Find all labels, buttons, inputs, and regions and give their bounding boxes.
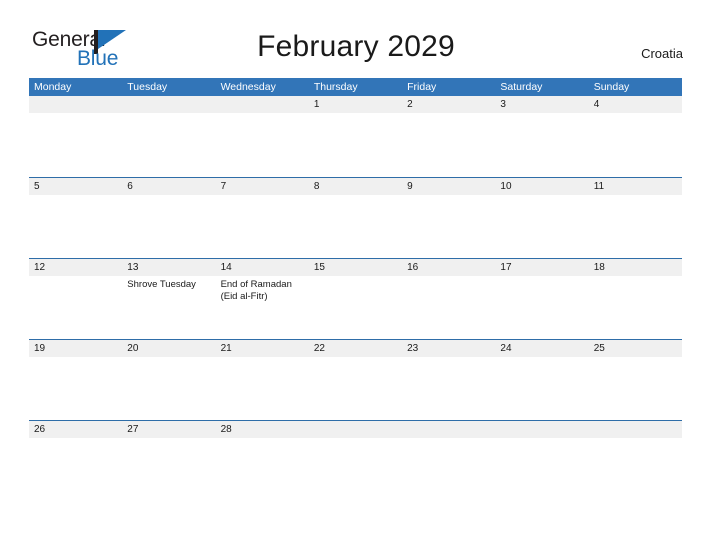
day-cell-11[interactable]: 11 [589,178,682,258]
day-number [594,421,682,438]
page-title: February 2029 [257,30,455,63]
day-number [500,421,588,438]
day-cell-empty [216,96,309,177]
country-label: Croatia [641,46,683,61]
day-cell-20[interactable]: 20 [122,340,215,420]
calendar-grid: Monday Tuesday Wednesday Thursday Friday Satu… [29,78,682,501]
day-cell-6[interactable]: 6 [122,178,215,258]
day-number [314,421,402,438]
week-cells: 1 2 3 4 [29,96,682,177]
weekday-header-tuesday: Tuesday [127,81,168,93]
day-number: 18 [593,262,605,273]
day-cell-12[interactable]: 12 [29,259,122,339]
calendar-week-row: 19 20 21 22 23 24 25 [29,339,682,420]
day-number: 28 [220,424,232,435]
day-cell-26[interactable]: 26 [29,421,122,501]
day-number: 15 [313,262,325,273]
day-cell-21[interactable]: 21 [216,340,309,420]
calendar-week-row: 12 13 Shrove Tuesday 14 End of Ramadan (Eid a… [29,258,682,339]
page-header: General Blue February 2029 Croatia [0,0,712,78]
day-number: 26 [34,424,46,435]
day-cell-25[interactable]: 25 [589,340,682,420]
calendar-week-row: 5 6 7 8 9 10 11 [29,177,682,258]
day-number: 16 [407,262,419,273]
day-number: 9 [407,181,413,192]
weekday-header-row: Monday Tuesday Wednesday Thursday Friday Satu… [29,78,682,96]
day-number [221,96,309,113]
day-number: 13 [127,262,139,273]
day-number [407,421,495,438]
day-cell-9[interactable]: 9 [402,178,495,258]
day-cell-1[interactable]: 1 [309,96,402,177]
weekday-header-monday: Monday [34,81,72,93]
day-number: 2 [407,99,413,110]
day-number: 7 [220,181,227,192]
day-number: 6 [127,181,133,192]
day-cell-18[interactable]: 18 [589,259,682,339]
day-number: 8 [313,181,320,192]
day-cell-empty [402,421,495,501]
day-number: 10 [500,181,512,192]
event-label: (Eid al-Fitr) [220,290,268,302]
day-cell-5[interactable]: 5 [29,178,122,258]
week-cells: 12 13 Shrove Tuesday 14 End of Ramadan (Eid a… [29,259,682,339]
day-number: 19 [34,343,46,354]
day-cell-19[interactable]: 19 [29,340,122,420]
day-cell-16[interactable]: 16 [402,259,495,339]
day-number [127,96,215,113]
day-cell-7[interactable]: 7 [216,178,309,258]
day-number: 20 [127,343,139,354]
day-number: 1 [313,99,320,110]
day-number: 3 [500,99,506,110]
day-cell-empty [29,96,122,177]
day-cell-10[interactable]: 10 [495,178,588,258]
day-cell-23[interactable]: 23 [402,340,495,420]
day-number: 14 [220,262,232,273]
week-cells: 5 6 7 8 9 10 11 [29,178,682,258]
day-cell-14[interactable]: 14 End of Ramadan (Eid al-Fitr) [216,259,309,339]
calendar-week-row: 1 2 3 4 [29,96,682,177]
day-cell-17[interactable]: 17 [495,259,588,339]
weekday-header-wednesday: Wednesday [220,81,276,93]
day-cell-4[interactable]: 4 [589,96,682,177]
day-cell-empty [589,421,682,501]
weekday-header-saturday: Saturday [500,81,543,93]
day-events: End of Ramadan (Eid al-Fitr) [221,276,309,302]
day-cell-15[interactable]: 15 [309,259,402,339]
weekday-header-friday: Friday [407,81,437,93]
calendar-week-row: 26 27 28 [29,420,682,501]
day-number: 11 [593,181,605,192]
week-cells: 19 20 21 22 23 24 25 [29,340,682,420]
weekday-header-thursday: Thursday [313,81,358,93]
day-cell-13[interactable]: 13 Shrove Tuesday [122,259,215,339]
event-label: End of Ramadan [220,279,292,290]
day-number: 12 [34,262,46,273]
day-number: 23 [407,343,419,354]
day-number: 22 [313,343,325,354]
weekday-header-sunday: Sunday [593,81,630,93]
day-cell-empty [122,96,215,177]
day-number: 21 [220,343,232,354]
day-cell-28[interactable]: 28 [216,421,309,501]
day-number [34,96,122,113]
calendar-weeks: 1 2 3 4 5 6 7 8 9 10 11 12 13 Shrove Tuesday 14 End of … [29,96,682,501]
day-number: 27 [127,424,139,435]
day-number: 5 [34,181,40,192]
day-number: 4 [593,99,600,110]
week-cells: 26 27 28 [29,421,682,501]
day-number: 24 [500,343,512,354]
day-cell-empty [495,421,588,501]
day-events: Shrove Tuesday [127,276,215,291]
day-cell-27[interactable]: 27 [122,421,215,501]
day-cell-24[interactable]: 24 [495,340,588,420]
day-cell-2[interactable]: 2 [402,96,495,177]
day-cell-8[interactable]: 8 [309,178,402,258]
day-number: 25 [593,343,605,354]
day-cell-3[interactable]: 3 [495,96,588,177]
event-label: Shrove Tuesday [127,279,196,290]
day-cell-22[interactable]: 22 [309,340,402,420]
calendar-page: General Blue February 2029 Croatia Monda… [0,0,712,550]
day-cell-empty [309,421,402,501]
day-number: 17 [500,262,512,273]
